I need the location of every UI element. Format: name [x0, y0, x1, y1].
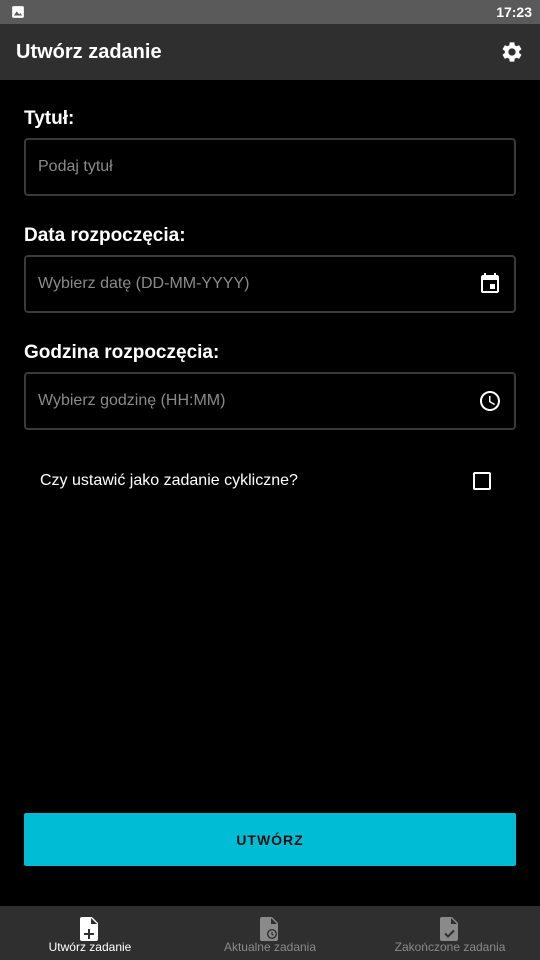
start-time-label: Godzina rozpoczęcia:	[24, 342, 220, 363]
create-button[interactable]: UTWÓRZ	[24, 813, 516, 866]
image-notification-icon	[12, 6, 24, 18]
start-date-label: Data rozpoczęcia:	[24, 225, 186, 246]
start-date-field[interactable]	[24, 255, 516, 313]
nav-item-completed-tasks[interactable]: Zakończone zadania	[360, 906, 540, 960]
gear-icon[interactable]	[500, 40, 524, 64]
file-clock-icon	[260, 917, 278, 941]
title-field[interactable]	[24, 138, 516, 196]
clock-icon[interactable]	[478, 389, 502, 413]
start-date-input[interactable]	[38, 257, 458, 311]
nav-label-completed-tasks: Zakończone zadania	[394, 940, 506, 954]
cyclic-task-label: Czy ustawić jako zadanie cykliczne?	[40, 472, 298, 489]
title-input[interactable]	[38, 140, 458, 194]
nav-item-create-task[interactable]: Utwórz zadanie	[0, 906, 180, 960]
start-time-field[interactable]	[24, 372, 516, 430]
page-title: Utwórz zadanie	[16, 41, 162, 63]
title-label: Tytuł:	[24, 108, 75, 129]
file-plus-icon	[80, 917, 98, 941]
file-check-icon	[440, 917, 458, 941]
start-time-input[interactable]	[38, 374, 458, 428]
app-bar: Utwórz zadanie	[0, 24, 540, 80]
status-time: 17:23	[496, 4, 532, 20]
cyclic-task-row: Czy ustawić jako zadanie cykliczne?	[40, 468, 500, 496]
status-bar: 17:23	[0, 0, 540, 24]
bottom-navigation: Utwórz zadanie Aktualne zadania Zakończo…	[0, 906, 540, 960]
nav-item-current-tasks[interactable]: Aktualne zadania	[180, 906, 360, 960]
cyclic-task-checkbox[interactable]	[473, 472, 491, 490]
nav-label-current-tasks: Aktualne zadania	[223, 940, 317, 954]
calendar-icon[interactable]	[478, 272, 502, 296]
nav-label-create-task: Utwórz zadanie	[48, 940, 132, 954]
